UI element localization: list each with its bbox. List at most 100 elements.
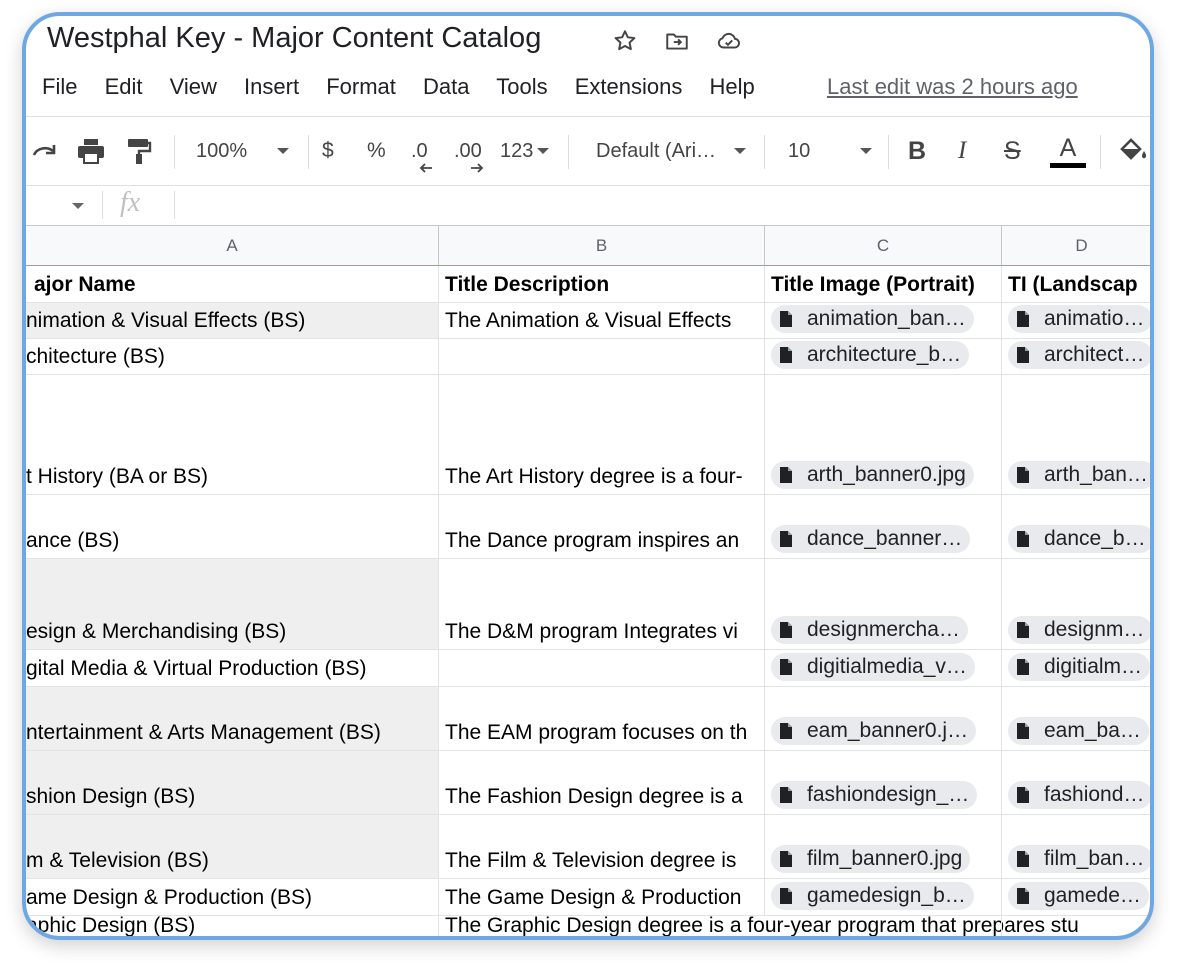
- percent-format-button[interactable]: %: [367, 117, 386, 185]
- cell-a[interactable]: t History (BA or BS): [26, 375, 439, 495]
- cell-b[interactable]: The EAM program focuses on th: [439, 687, 765, 751]
- strikethrough-button[interactable]: S: [1004, 117, 1021, 185]
- file-chip[interactable]: eam_banner0.j…: [771, 717, 977, 745]
- file-chip[interactable]: architect…: [1008, 341, 1150, 369]
- menu-format[interactable]: Format: [326, 74, 396, 99]
- file-chip[interactable]: gamede…: [1008, 882, 1149, 910]
- cell-b[interactable]: The Graphic Design degree is a four-year…: [439, 914, 1079, 936]
- file-chip[interactable]: animatio…: [1008, 305, 1150, 333]
- menu-insert[interactable]: Insert: [244, 74, 299, 99]
- cell-a[interactable]: esign & Merchandising (BS): [26, 559, 439, 650]
- cell-a[interactable]: shion Design (BS): [26, 751, 439, 815]
- column-header-b[interactable]: B: [439, 226, 765, 266]
- cell-d[interactable]: dance_b…: [1002, 495, 1150, 559]
- cell-b[interactable]: The Dance program inspires an: [439, 495, 765, 559]
- cell-d[interactable]: designm…: [1002, 559, 1150, 650]
- fill-color-icon[interactable]: [1118, 137, 1148, 165]
- cell-b[interactable]: The D&M program Integrates vi: [439, 559, 765, 650]
- file-chip[interactable]: digitialmedia_v…: [771, 653, 975, 681]
- name-box-chevron-down-icon[interactable]: [72, 203, 84, 209]
- cell-a[interactable]: aphic Design (BS): [26, 916, 439, 936]
- cell-a[interactable]: m & Television (BS): [26, 815, 439, 879]
- last-edit-link[interactable]: Last edit was 2 hours ago: [827, 74, 1078, 100]
- column-header-d[interactable]: D: [1002, 226, 1150, 266]
- cell-c[interactable]: eam_banner0.j…: [765, 687, 1002, 751]
- cell-a[interactable]: ame Design & Production (BS): [26, 879, 439, 916]
- font-size-select[interactable]: 10: [788, 117, 873, 185]
- cell-c[interactable]: digitialmedia_v…: [765, 650, 1002, 687]
- cloud-saved-icon[interactable]: [716, 28, 742, 54]
- increase-decimal-button[interactable]: .00: [454, 117, 482, 185]
- menu-tools[interactable]: Tools: [496, 74, 547, 99]
- header-cell-b[interactable]: Title Description: [439, 266, 765, 303]
- header-cell-a[interactable]: ajor Name: [26, 266, 439, 303]
- redo-icon[interactable]: [32, 139, 60, 163]
- file-chip[interactable]: fashiond…: [1008, 781, 1150, 809]
- cell-b[interactable]: [439, 339, 765, 375]
- file-chip[interactable]: animation_ban…: [771, 305, 974, 333]
- cell-d[interactable]: gamede…: [1002, 879, 1150, 916]
- cell-d[interactable]: architect…: [1002, 339, 1150, 375]
- currency-format-button[interactable]: $: [322, 117, 334, 185]
- file-chip[interactable]: dance_banner…: [771, 525, 971, 553]
- cell-a[interactable]: gital Media & Virtual Production (BS): [26, 650, 439, 687]
- cell-c[interactable]: designmercha…: [765, 559, 1002, 650]
- cell-b[interactable]: The Film & Television degree is: [439, 815, 765, 879]
- number-format-select[interactable]: 123: [500, 117, 550, 185]
- cell-d[interactable]: film_ban…: [1002, 815, 1150, 879]
- cell-b[interactable]: The Fashion Design degree is a: [439, 751, 765, 815]
- cell-c[interactable]: fashiondesign_…: [765, 751, 1002, 815]
- formula-input[interactable]: [186, 189, 1146, 221]
- bold-button[interactable]: B: [908, 117, 926, 185]
- file-chip[interactable]: film_banner0.jpg: [771, 845, 971, 873]
- cell-c[interactable]: [765, 916, 1002, 936]
- menu-extensions[interactable]: Extensions: [575, 74, 683, 99]
- star-icon[interactable]: [612, 28, 638, 54]
- file-chip[interactable]: eam_ba…: [1008, 717, 1149, 745]
- file-chip[interactable]: film_ban…: [1008, 845, 1150, 873]
- file-chip[interactable]: dance_b…: [1008, 525, 1150, 553]
- cell-d[interactable]: eam_ba…: [1002, 687, 1150, 751]
- header-cell-c[interactable]: Title Image (Portrait): [765, 266, 1002, 303]
- file-chip[interactable]: architecture_b…: [771, 341, 970, 369]
- document-title[interactable]: Westphal Key - Major Content Catalog: [47, 22, 541, 55]
- cell-a[interactable]: ance (BS): [26, 495, 439, 559]
- decrease-decimal-button[interactable]: .0: [411, 117, 428, 185]
- cell-c[interactable]: gamedesign_b…: [765, 879, 1002, 916]
- cell-a[interactable]: chitecture (BS): [26, 339, 439, 375]
- cell-c[interactable]: architecture_b…: [765, 339, 1002, 375]
- cell-b[interactable]: [439, 650, 765, 687]
- menu-view[interactable]: View: [170, 74, 217, 99]
- file-chip[interactable]: fashiondesign_…: [771, 781, 978, 809]
- column-header-c[interactable]: C: [765, 226, 1002, 266]
- paint-format-icon[interactable]: [126, 137, 152, 165]
- file-chip[interactable]: gamedesign_b…: [771, 882, 974, 910]
- cell-c[interactable]: dance_banner…: [765, 495, 1002, 559]
- cell-b[interactable]: The Animation & Visual Effects: [439, 303, 765, 339]
- cell-d[interactable]: animatio…: [1002, 303, 1150, 339]
- cell-a[interactable]: ntertainment & Arts Management (BS): [26, 687, 439, 751]
- file-chip[interactable]: designm…: [1008, 616, 1150, 644]
- cell-d[interactable]: [1002, 916, 1150, 936]
- cell-d[interactable]: digitialm…: [1002, 650, 1150, 687]
- cell-c[interactable]: animation_ban…: [765, 303, 1002, 339]
- menu-file[interactable]: File: [42, 74, 77, 99]
- file-chip[interactable]: arth_banner0.jpg: [771, 461, 974, 489]
- cell-b[interactable]: The Art History degree is a four-: [439, 375, 765, 495]
- file-chip[interactable]: designmercha…: [771, 616, 968, 644]
- cell-d[interactable]: fashiond…: [1002, 751, 1150, 815]
- move-folder-icon[interactable]: [664, 28, 690, 54]
- column-header-a[interactable]: A: [26, 226, 439, 266]
- menu-help[interactable]: Help: [709, 74, 754, 99]
- cell-b[interactable]: The Game Design & Production: [439, 879, 765, 916]
- cell-a[interactable]: nimation & Visual Effects (BS): [26, 303, 439, 339]
- file-chip[interactable]: arth_ban…: [1008, 461, 1150, 489]
- font-family-select[interactable]: Default (Ari…: [596, 117, 747, 185]
- cell-c[interactable]: arth_banner0.jpg: [765, 375, 1002, 495]
- menu-edit[interactable]: Edit: [105, 74, 143, 99]
- print-icon[interactable]: [76, 137, 106, 165]
- text-color-button[interactable]: A: [1050, 117, 1086, 185]
- menu-data[interactable]: Data: [423, 74, 469, 99]
- cell-d[interactable]: arth_ban…: [1002, 375, 1150, 495]
- italic-button[interactable]: I: [958, 117, 966, 185]
